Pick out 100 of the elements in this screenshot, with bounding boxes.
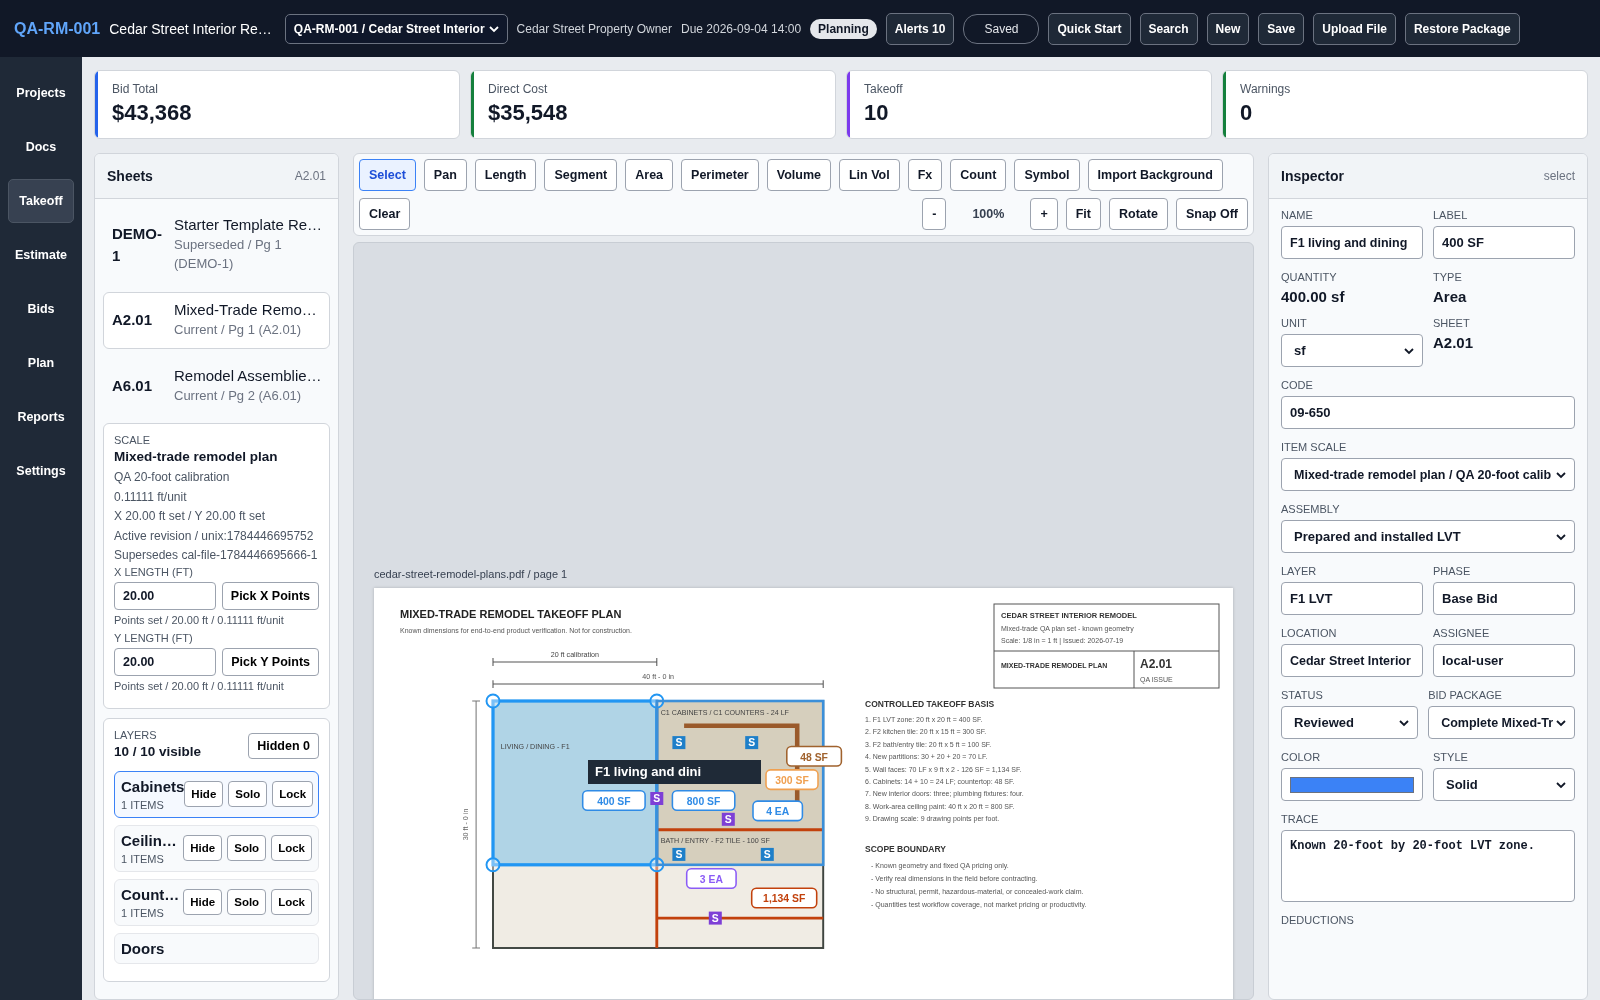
text-field[interactable]: Cedar Street Interior bbox=[1281, 644, 1423, 677]
dropdown[interactable]: Complete Mixed-Tr bbox=[1428, 706, 1575, 739]
sidebar-item[interactable]: Takeoff bbox=[8, 179, 74, 223]
text-field[interactable]: Base Bid bbox=[1433, 582, 1575, 615]
tool-button[interactable]: Volume bbox=[766, 159, 831, 191]
header-button[interactable]: New bbox=[1206, 12, 1250, 45]
field-label: COLOR bbox=[1281, 751, 1322, 763]
caret-icon bbox=[488, 23, 499, 34]
tool-button[interactable]: Lin Vol bbox=[838, 159, 900, 191]
pick-points-button[interactable]: Pick Y Points bbox=[222, 647, 319, 676]
tool-button[interactable]: Fx bbox=[907, 159, 943, 191]
measurement-tag: 800 SF bbox=[671, 789, 736, 811]
zoom-out-button[interactable]: - bbox=[922, 198, 947, 230]
sidebar-item[interactable]: Projects bbox=[8, 71, 74, 115]
measurement-tag: 400 SF bbox=[581, 789, 646, 811]
panel-title: Sheets bbox=[107, 168, 153, 184]
symbol-marker: S bbox=[650, 792, 664, 805]
visible-count: 10 / 10 visible bbox=[114, 743, 202, 759]
sheet-item[interactable]: A2.01 Mixed-Trade Remo… Current / Pg 1 (A2.01) bbox=[103, 291, 330, 349]
tool-button[interactable]: Select bbox=[359, 159, 416, 191]
text-field[interactable]: local-user bbox=[1433, 644, 1575, 677]
dropdown[interactable]: sf bbox=[1281, 334, 1423, 367]
sheet-meta: Current / Pg 2 (A6.01) bbox=[174, 386, 303, 405]
inspector-mode: select bbox=[1543, 169, 1575, 183]
field-value: A2.01 bbox=[1433, 334, 1475, 351]
view-button[interactable]: Snap Off bbox=[1175, 198, 1248, 230]
dropdown[interactable]: Solid bbox=[1433, 768, 1575, 801]
length-field[interactable]: 20.00 bbox=[114, 581, 216, 610]
field-label: STYLE bbox=[1433, 751, 1469, 763]
layer-count: 1 ITEMS bbox=[121, 852, 165, 865]
sheet-number: A2.01 bbox=[1140, 657, 1173, 671]
field-label: X LENGTH (FT) bbox=[114, 565, 194, 578]
kpi-label: Direct Cost bbox=[488, 82, 549, 96]
layer-button[interactable]: Solo bbox=[227, 835, 267, 862]
tool-button[interactable]: Segment bbox=[544, 159, 618, 191]
phase-badge: Planning bbox=[810, 18, 877, 39]
dropdown[interactable]: Reviewed bbox=[1281, 706, 1419, 739]
caret-icon bbox=[1556, 531, 1566, 542]
sheet-title: Mixed-Trade Remo… bbox=[174, 300, 317, 318]
pick-points-button[interactable]: Pick X Points bbox=[221, 581, 319, 610]
sidebar-item[interactable]: Settings bbox=[8, 449, 74, 493]
field-label: LAYER bbox=[1281, 565, 1318, 577]
layer-item[interactable]: Cabinets 1 ITEMS Hide Solo Lock bbox=[114, 770, 319, 818]
alerts-button[interactable]: Alerts 10 bbox=[885, 12, 955, 45]
layer-button[interactable]: Hide bbox=[183, 835, 223, 862]
tool-button[interactable]: Symbol bbox=[1014, 159, 1080, 191]
layer-button[interactable]: Hide bbox=[183, 889, 223, 916]
field-label: ASSIGNEE bbox=[1433, 627, 1491, 639]
sheet-meta: Current / Pg 1 (A2.01) bbox=[174, 320, 303, 339]
kpi-value: $35,548 bbox=[488, 100, 568, 126]
text-field[interactable]: F1 living and dining bbox=[1281, 226, 1423, 259]
sheet-item[interactable]: A6.01 Remodel Assemblie… Current / Pg 2 (A6.01) bbox=[103, 357, 330, 415]
layer-button[interactable]: Lock bbox=[272, 781, 314, 808]
layer-button[interactable]: Lock bbox=[271, 889, 312, 916]
text-field[interactable]: 09-650 bbox=[1281, 396, 1575, 429]
layer-item[interactable]: Doors bbox=[114, 932, 319, 964]
sidebar-item[interactable]: Plan bbox=[8, 341, 74, 385]
field-label: LABEL bbox=[1433, 209, 1469, 221]
tool-button[interactable]: Area bbox=[625, 159, 674, 191]
sidebar-item[interactable]: Bids bbox=[8, 287, 74, 331]
field-label: LOCATION bbox=[1281, 627, 1338, 639]
header-button[interactable]: Upload File bbox=[1313, 12, 1396, 45]
text-field[interactable]: 400 SF bbox=[1433, 226, 1575, 259]
color-picker[interactable] bbox=[1281, 768, 1423, 801]
sidebar-item[interactable]: Estimate bbox=[8, 233, 74, 277]
zoom-in-button[interactable]: + bbox=[1030, 198, 1058, 230]
sidebar-item[interactable]: Docs bbox=[8, 125, 74, 169]
layer-item[interactable]: Ceilin… 1 ITEMS Hide Solo Lock bbox=[114, 824, 319, 872]
header-button[interactable]: Quick Start bbox=[1048, 12, 1131, 45]
layer-button[interactable]: Lock bbox=[271, 835, 312, 862]
header-button[interactable]: Restore Package bbox=[1404, 12, 1520, 45]
field-value: 400.00 sf bbox=[1281, 288, 1346, 305]
length-field[interactable]: 20.00 bbox=[114, 647, 217, 676]
layer-item[interactable]: Count… 1 ITEMS Hide Solo Lock bbox=[114, 878, 319, 926]
text-field[interactable]: F1 LVT bbox=[1281, 582, 1423, 615]
sidebar-item[interactable]: Reports bbox=[8, 395, 74, 439]
tool-button[interactable]: Perimeter bbox=[681, 159, 759, 191]
project-select[interactable]: QA-RM-001 / Cedar Street Interior bbox=[284, 13, 508, 44]
tool-button[interactable]: Length bbox=[474, 159, 537, 191]
field-label: NAME bbox=[1281, 209, 1314, 221]
header-button[interactable]: Save bbox=[1258, 12, 1305, 45]
view-button[interactable]: Rotate bbox=[1109, 198, 1168, 230]
header-button[interactable]: Search bbox=[1139, 12, 1198, 45]
layer-button[interactable]: Solo bbox=[228, 781, 268, 808]
clear-button[interactable]: Clear bbox=[359, 198, 411, 230]
dropdown[interactable]: Prepared and installed LVT bbox=[1281, 520, 1575, 553]
tool-button[interactable]: Count bbox=[950, 159, 1007, 191]
tool-button[interactable]: Pan bbox=[423, 159, 467, 191]
trace-field[interactable]: Known 20-foot by 20-foot LVT zone. bbox=[1281, 830, 1575, 902]
layer-button[interactable]: Solo bbox=[227, 889, 267, 916]
tool-button[interactable]: Import Background bbox=[1087, 159, 1223, 191]
field-label: Y LENGTH (FT) bbox=[114, 631, 194, 644]
view-button[interactable]: Fit bbox=[1065, 198, 1101, 230]
layer-button[interactable]: Hide bbox=[184, 781, 224, 808]
field-label: TRACE bbox=[1281, 813, 1320, 825]
hidden-filter-button[interactable]: Hidden 0 bbox=[248, 732, 319, 759]
caret-icon bbox=[1556, 469, 1566, 480]
dropdown[interactable]: Mixed-trade remodel plan / QA 20-foot calib bbox=[1281, 458, 1575, 491]
kpi-label: Takeoff bbox=[864, 82, 903, 96]
zoom-level: 100% bbox=[971, 207, 1006, 221]
